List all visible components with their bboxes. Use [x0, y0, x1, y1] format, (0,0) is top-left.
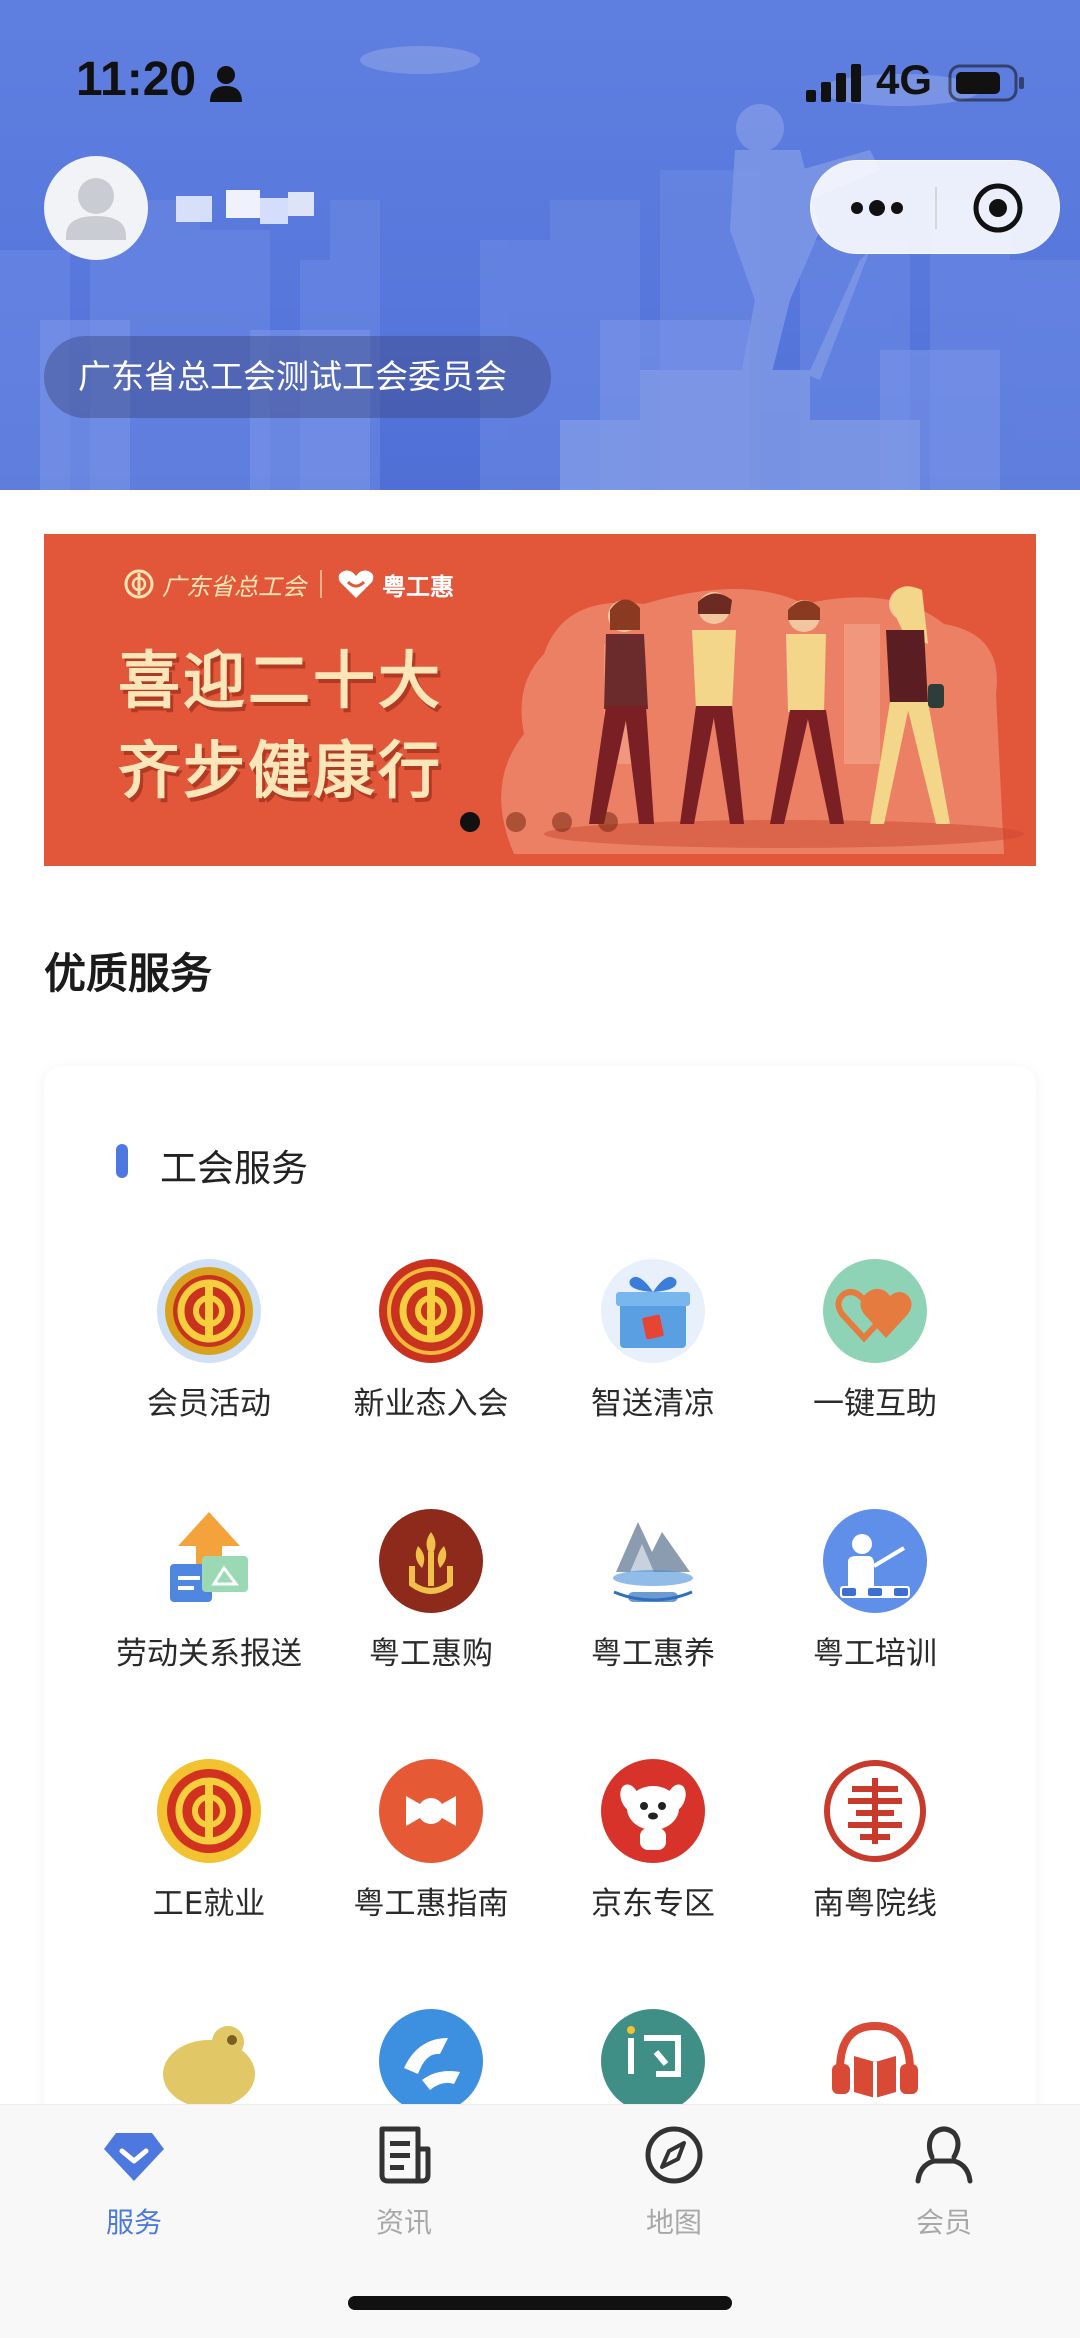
banner-headline-line1: 喜迎二十大: [118, 644, 444, 717]
upload-report-icon: [170, 1512, 248, 1602]
union-emblem-light-icon: [157, 1259, 261, 1363]
service-item-cool-delivery[interactable]: 智送清凉: [542, 1258, 764, 1438]
service-item-jd-zone[interactable]: 京东专区: [542, 1758, 764, 1938]
union-emblem-gold-icon: [157, 1759, 261, 1863]
card-title-accent: [116, 1144, 128, 1178]
service-item-employment[interactable]: 工E就业: [98, 1758, 320, 1938]
service-item-yue-rest[interactable]: 粤工惠养: [542, 1508, 764, 1688]
user-avatar[interactable]: [44, 156, 148, 260]
service-label: 工E就业: [152, 1886, 266, 1922]
miniprogram-capsule: [810, 160, 1060, 254]
tab-label: 服务: [105, 2206, 162, 2239]
q-badge-icon: [601, 2009, 705, 2113]
signal-icon: [806, 64, 861, 102]
person-icon: [210, 66, 242, 102]
user-icon: [915, 2126, 973, 2184]
union-logo-text: 广东省总工会: [162, 572, 306, 601]
organization-pill[interactable]: 广东省总工会测试工会委员会: [44, 336, 551, 418]
service-label: 会员活动: [147, 1386, 271, 1422]
tab-services[interactable]: 服务: [44, 2123, 224, 2243]
close-target-icon[interactable]: [971, 181, 1025, 235]
home-indicator[interactable]: [348, 2296, 732, 2310]
service-label: 粤工惠购: [369, 1636, 493, 1672]
service-item-guide[interactable]: 粤工惠指南: [320, 1758, 542, 1938]
service-item-member-activity[interactable]: 会员活动: [98, 1258, 320, 1438]
yuegonghui-logo-icon: [338, 570, 374, 598]
service-label: 京东专区: [591, 1886, 715, 1922]
header-area: 11:20 4G 广东省总工会测试工会委员会: [0, 0, 1080, 490]
runner-icon: [379, 2009, 483, 2113]
battery-icon: [948, 64, 1024, 102]
service-item-new-member[interactable]: 新业态入会: [320, 1258, 542, 1438]
tab-label: 地图: [645, 2206, 702, 2239]
tab-label: 会员: [915, 2206, 972, 2239]
service-label: 粤工培训: [813, 1636, 937, 1672]
service-item-yue-purchase[interactable]: 粤工惠购: [320, 1508, 542, 1688]
status-bar: 11:20 4G: [0, 0, 1080, 170]
news-icon: [379, 2126, 431, 2184]
tab-map[interactable]: 地图: [584, 2123, 764, 2243]
wheat-hand-icon: [379, 1509, 483, 1613]
service-label: 南粤院线: [813, 1886, 937, 1922]
gift-box-icon: [601, 1259, 705, 1363]
banner-headline-line2: 齐步健康行: [118, 734, 444, 807]
carousel-indicator: [460, 812, 644, 832]
service-item-mutual-aid[interactable]: 一键互助: [764, 1258, 986, 1438]
more-dots-icon[interactable]: [847, 193, 907, 223]
service-label: 劳动关系报送: [116, 1636, 302, 1672]
union-logo-icon: [124, 569, 154, 599]
mountain-rest-icon: [613, 1522, 693, 1602]
carousel-dot[interactable]: [552, 812, 572, 832]
card-title: 工会服务: [160, 1147, 308, 1190]
service-label: 智送清凉: [591, 1386, 715, 1422]
service-label: 粤工惠指南: [353, 1886, 509, 1922]
network-type-label: 4G: [876, 56, 933, 103]
clock-time: 11:20: [76, 53, 197, 106]
tab-news[interactable]: 资讯: [314, 2123, 494, 2243]
tab-member[interactable]: 会员: [854, 2123, 1034, 2243]
banner-logos: 广东省总工会 粤工惠: [124, 562, 454, 606]
service-item-cinema[interactable]: 南粤院线: [764, 1758, 986, 1938]
cinema-seal-icon: [824, 1760, 926, 1862]
jd-dog-icon: [601, 1759, 705, 1863]
union-emblem-red-icon: [379, 1259, 483, 1363]
carousel-dot[interactable]: [460, 812, 480, 832]
compass-icon: [645, 2126, 703, 2184]
user-name-blurred: [176, 188, 316, 228]
yuegonghui-logo-text: 粤工惠: [382, 572, 454, 601]
section-title: 优质服务: [44, 949, 213, 998]
carousel-dot[interactable]: [598, 812, 618, 832]
carousel-dot[interactable]: [506, 812, 526, 832]
frog-icon: [163, 2026, 255, 2108]
double-heart-icon: [823, 1259, 927, 1363]
service-item-yue-training[interactable]: 粤工培训: [764, 1508, 986, 1688]
candy-guide-icon: [379, 1759, 483, 1863]
service-label: 粤工惠养: [591, 1636, 715, 1672]
default-avatar-icon: [66, 178, 126, 240]
training-icon: [823, 1509, 927, 1613]
tab-label: 资讯: [375, 2206, 432, 2239]
promo-banner[interactable]: 广东省总工会 粤工惠 喜迎二十大 齐步健康行: [44, 534, 1036, 866]
audiobook-icon: [832, 2021, 918, 2098]
service-label: 新业态入会: [353, 1386, 509, 1422]
diamond-icon: [104, 2133, 164, 2181]
service-label: 一键互助: [813, 1386, 937, 1422]
service-item-labor-report[interactable]: 劳动关系报送: [98, 1508, 320, 1688]
